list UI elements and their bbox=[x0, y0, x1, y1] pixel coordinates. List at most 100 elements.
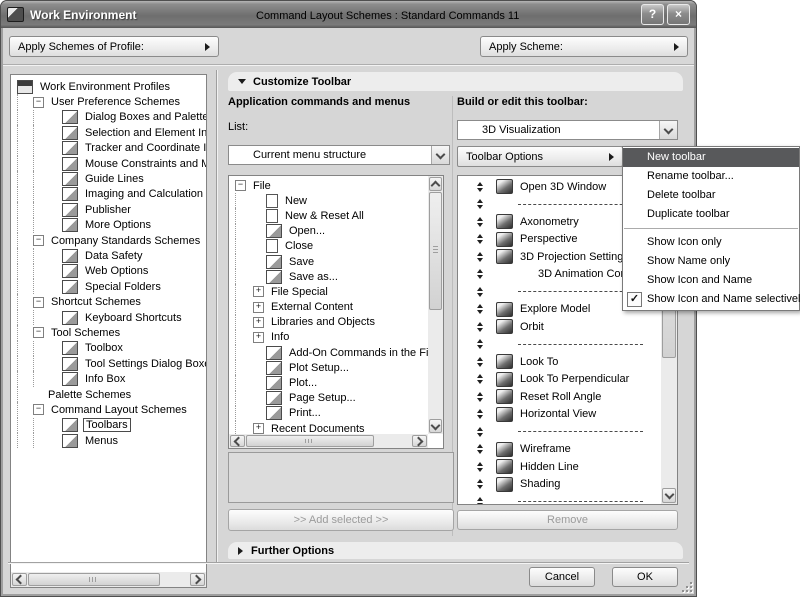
tree-item-user-preference-schemes[interactable]: −User Preference Schemes bbox=[11, 94, 206, 109]
expand-toggle[interactable]: + bbox=[253, 302, 264, 313]
tree-item-work-environment-profiles[interactable]: Work Environment Profiles bbox=[11, 79, 206, 94]
drag-handle-icon[interactable] bbox=[470, 462, 490, 472]
collapse-toggle[interactable]: − bbox=[33, 97, 44, 108]
ok-button[interactable]: OK bbox=[612, 567, 678, 587]
apply-scheme-button[interactable]: Apply Scheme: bbox=[480, 36, 688, 57]
tree-item-publisher[interactable]: Publisher bbox=[11, 202, 206, 217]
tree-item-more-options[interactable]: More Options bbox=[11, 218, 206, 233]
remove-button[interactable]: Remove bbox=[457, 510, 678, 530]
toolbar-item-look-to[interactable]: Look To bbox=[458, 353, 662, 371]
tree-item-libraries-and-objects[interactable]: +Libraries and Objects bbox=[229, 315, 428, 330]
tree-item-guide-lines[interactable]: Guide Lines bbox=[11, 171, 206, 186]
scroll-right-button[interactable] bbox=[412, 435, 427, 447]
drag-handle-icon[interactable] bbox=[470, 392, 490, 402]
menu-item-show-icon-and-name[interactable]: Show Icon and Name bbox=[623, 271, 799, 290]
drag-handle-icon[interactable] bbox=[470, 409, 490, 419]
drag-handle-icon[interactable] bbox=[470, 497, 490, 505]
toolbar-item-wireframe[interactable]: Wireframe bbox=[458, 441, 662, 459]
tree-item-open[interactable]: Open... bbox=[229, 224, 428, 239]
scroll-down-button[interactable] bbox=[429, 419, 442, 433]
toolbar-item-orbit[interactable]: Orbit bbox=[458, 318, 662, 336]
combobox-dropdown-button[interactable] bbox=[659, 121, 677, 139]
drag-handle-icon[interactable] bbox=[470, 427, 490, 437]
tree-item-dialog-boxes-and-palettes[interactable]: Dialog Boxes and Palettes bbox=[11, 110, 206, 125]
scroll-thumb[interactable] bbox=[28, 573, 160, 586]
scroll-up-button[interactable] bbox=[429, 177, 442, 191]
tree-item-print[interactable]: Print... bbox=[229, 406, 428, 421]
tree-item-save[interactable]: Save bbox=[229, 254, 428, 269]
menu-item-duplicate-toolbar[interactable]: Duplicate toolbar bbox=[623, 205, 799, 224]
tree-item-imaging-and-calculation[interactable]: Imaging and Calculation bbox=[11, 187, 206, 202]
scroll-thumb[interactable] bbox=[429, 192, 442, 310]
drag-handle-icon[interactable] bbox=[470, 374, 490, 384]
toolbar-item-reset-roll-angle[interactable]: Reset Roll Angle bbox=[458, 388, 662, 406]
tree-item-page-setup[interactable]: Page Setup... bbox=[229, 391, 428, 406]
menu-item-delete-toolbar[interactable]: Delete toolbar bbox=[623, 186, 799, 205]
commands-tree-hscrollbar[interactable] bbox=[229, 434, 428, 448]
toolbar-separator-row[interactable] bbox=[458, 493, 662, 505]
menu-item-show-name-only[interactable]: Show Name only bbox=[623, 252, 799, 271]
tree-item-web-options[interactable]: Web Options bbox=[11, 264, 206, 279]
tree-item-command-layout-schemes[interactable]: −Command Layout Schemes bbox=[11, 402, 206, 417]
collapse-toggle[interactable]: − bbox=[33, 327, 44, 338]
drag-handle-icon[interactable] bbox=[470, 234, 490, 244]
toolbar-item-hidden-line[interactable]: Hidden Line bbox=[458, 458, 662, 476]
tree-item-data-safety[interactable]: Data Safety bbox=[11, 248, 206, 263]
customize-toolbar-header[interactable]: Customize Toolbar bbox=[228, 72, 683, 91]
scroll-left-button[interactable] bbox=[12, 573, 27, 586]
tree-item-tool-settings-dialog-boxes[interactable]: Tool Settings Dialog Boxes bbox=[11, 356, 206, 371]
tree-item-toolbox[interactable]: Toolbox bbox=[11, 341, 206, 356]
tree-item-file[interactable]: −File bbox=[229, 178, 428, 193]
tree-item-new[interactable]: New bbox=[229, 193, 428, 208]
collapse-toggle[interactable]: − bbox=[33, 297, 44, 308]
help-button[interactable]: ? bbox=[641, 4, 664, 25]
menu-item-show-icon-only[interactable]: Show Icon only bbox=[623, 233, 799, 252]
menu-item-new-toolbar[interactable]: New toolbar bbox=[623, 148, 799, 167]
drag-handle-icon[interactable] bbox=[470, 217, 490, 227]
drag-handle-icon[interactable] bbox=[470, 252, 490, 262]
tree-item-special-folders[interactable]: Special Folders bbox=[11, 279, 206, 294]
cancel-button[interactable]: Cancel bbox=[529, 567, 595, 587]
tree-item-palette-schemes[interactable]: Palette Schemes bbox=[11, 387, 206, 402]
toolbar-options-button[interactable]: Toolbar Options bbox=[457, 146, 623, 167]
commands-tree-vscrollbar[interactable] bbox=[428, 176, 443, 434]
tree-item-menus[interactable]: Menus bbox=[11, 433, 206, 448]
drag-handle-icon[interactable] bbox=[470, 444, 490, 454]
scroll-down-button[interactable] bbox=[662, 488, 676, 503]
drag-handle-icon[interactable] bbox=[470, 304, 490, 314]
drag-handle-icon[interactable] bbox=[470, 199, 490, 209]
profile-tree-hscrollbar[interactable] bbox=[11, 572, 206, 587]
expand-toggle[interactable]: + bbox=[253, 317, 264, 328]
toolbar-select-combobox[interactable]: 3D Visualization bbox=[457, 120, 678, 140]
tree-item-keyboard-shortcuts[interactable]: Keyboard Shortcuts bbox=[11, 310, 206, 325]
drag-handle-icon[interactable] bbox=[470, 287, 490, 297]
menu-item-show-icon-and-name-selectively[interactable]: ✓Show Icon and Name selectively bbox=[623, 290, 799, 309]
tree-item-plot-setup[interactable]: Plot Setup... bbox=[229, 360, 428, 375]
tree-item-company-standards-schemes[interactable]: −Company Standards Schemes bbox=[11, 233, 206, 248]
tree-item-tool-schemes[interactable]: −Tool Schemes bbox=[11, 325, 206, 340]
drag-handle-icon[interactable] bbox=[470, 322, 490, 332]
tree-item-toolbars[interactable]: Toolbars bbox=[11, 418, 206, 433]
panel-splitter[interactable] bbox=[216, 70, 217, 562]
scroll-left-button[interactable] bbox=[230, 435, 245, 447]
collapse-toggle[interactable]: − bbox=[33, 235, 44, 246]
tree-item-mouse-constraints-and-meth[interactable]: Mouse Constraints and Meth bbox=[11, 156, 206, 171]
menu-structure-combobox[interactable]: Current menu structure bbox=[228, 145, 450, 165]
drag-handle-icon[interactable] bbox=[470, 357, 490, 367]
tree-item-info-box[interactable]: Info Box bbox=[11, 371, 206, 386]
drag-handle-icon[interactable] bbox=[470, 269, 490, 279]
tree-item-new-reset-all[interactable]: New & Reset All bbox=[229, 208, 428, 223]
add-selected-button[interactable]: >> Add selected >> bbox=[228, 509, 454, 531]
expand-toggle[interactable]: + bbox=[253, 423, 264, 434]
tree-item-shortcut-schemes[interactable]: −Shortcut Schemes bbox=[11, 294, 206, 309]
toolbar-item-shading[interactable]: Shading bbox=[458, 476, 662, 494]
collapse-toggle[interactable]: − bbox=[235, 180, 246, 191]
toolbar-item-horizontal-view[interactable]: Horizontal View bbox=[458, 406, 662, 424]
apply-schemes-of-profile-button[interactable]: Apply Schemes of Profile: bbox=[9, 36, 219, 57]
tree-item-external-content[interactable]: +External Content bbox=[229, 300, 428, 315]
further-options-header[interactable]: Further Options bbox=[228, 542, 683, 559]
drag-handle-icon[interactable] bbox=[470, 479, 490, 489]
tree-item-add-on-commands-in-the-file[interactable]: Add-On Commands in the File bbox=[229, 345, 428, 360]
drag-handle-icon[interactable] bbox=[470, 182, 490, 192]
toolbar-separator-row[interactable] bbox=[458, 336, 662, 354]
